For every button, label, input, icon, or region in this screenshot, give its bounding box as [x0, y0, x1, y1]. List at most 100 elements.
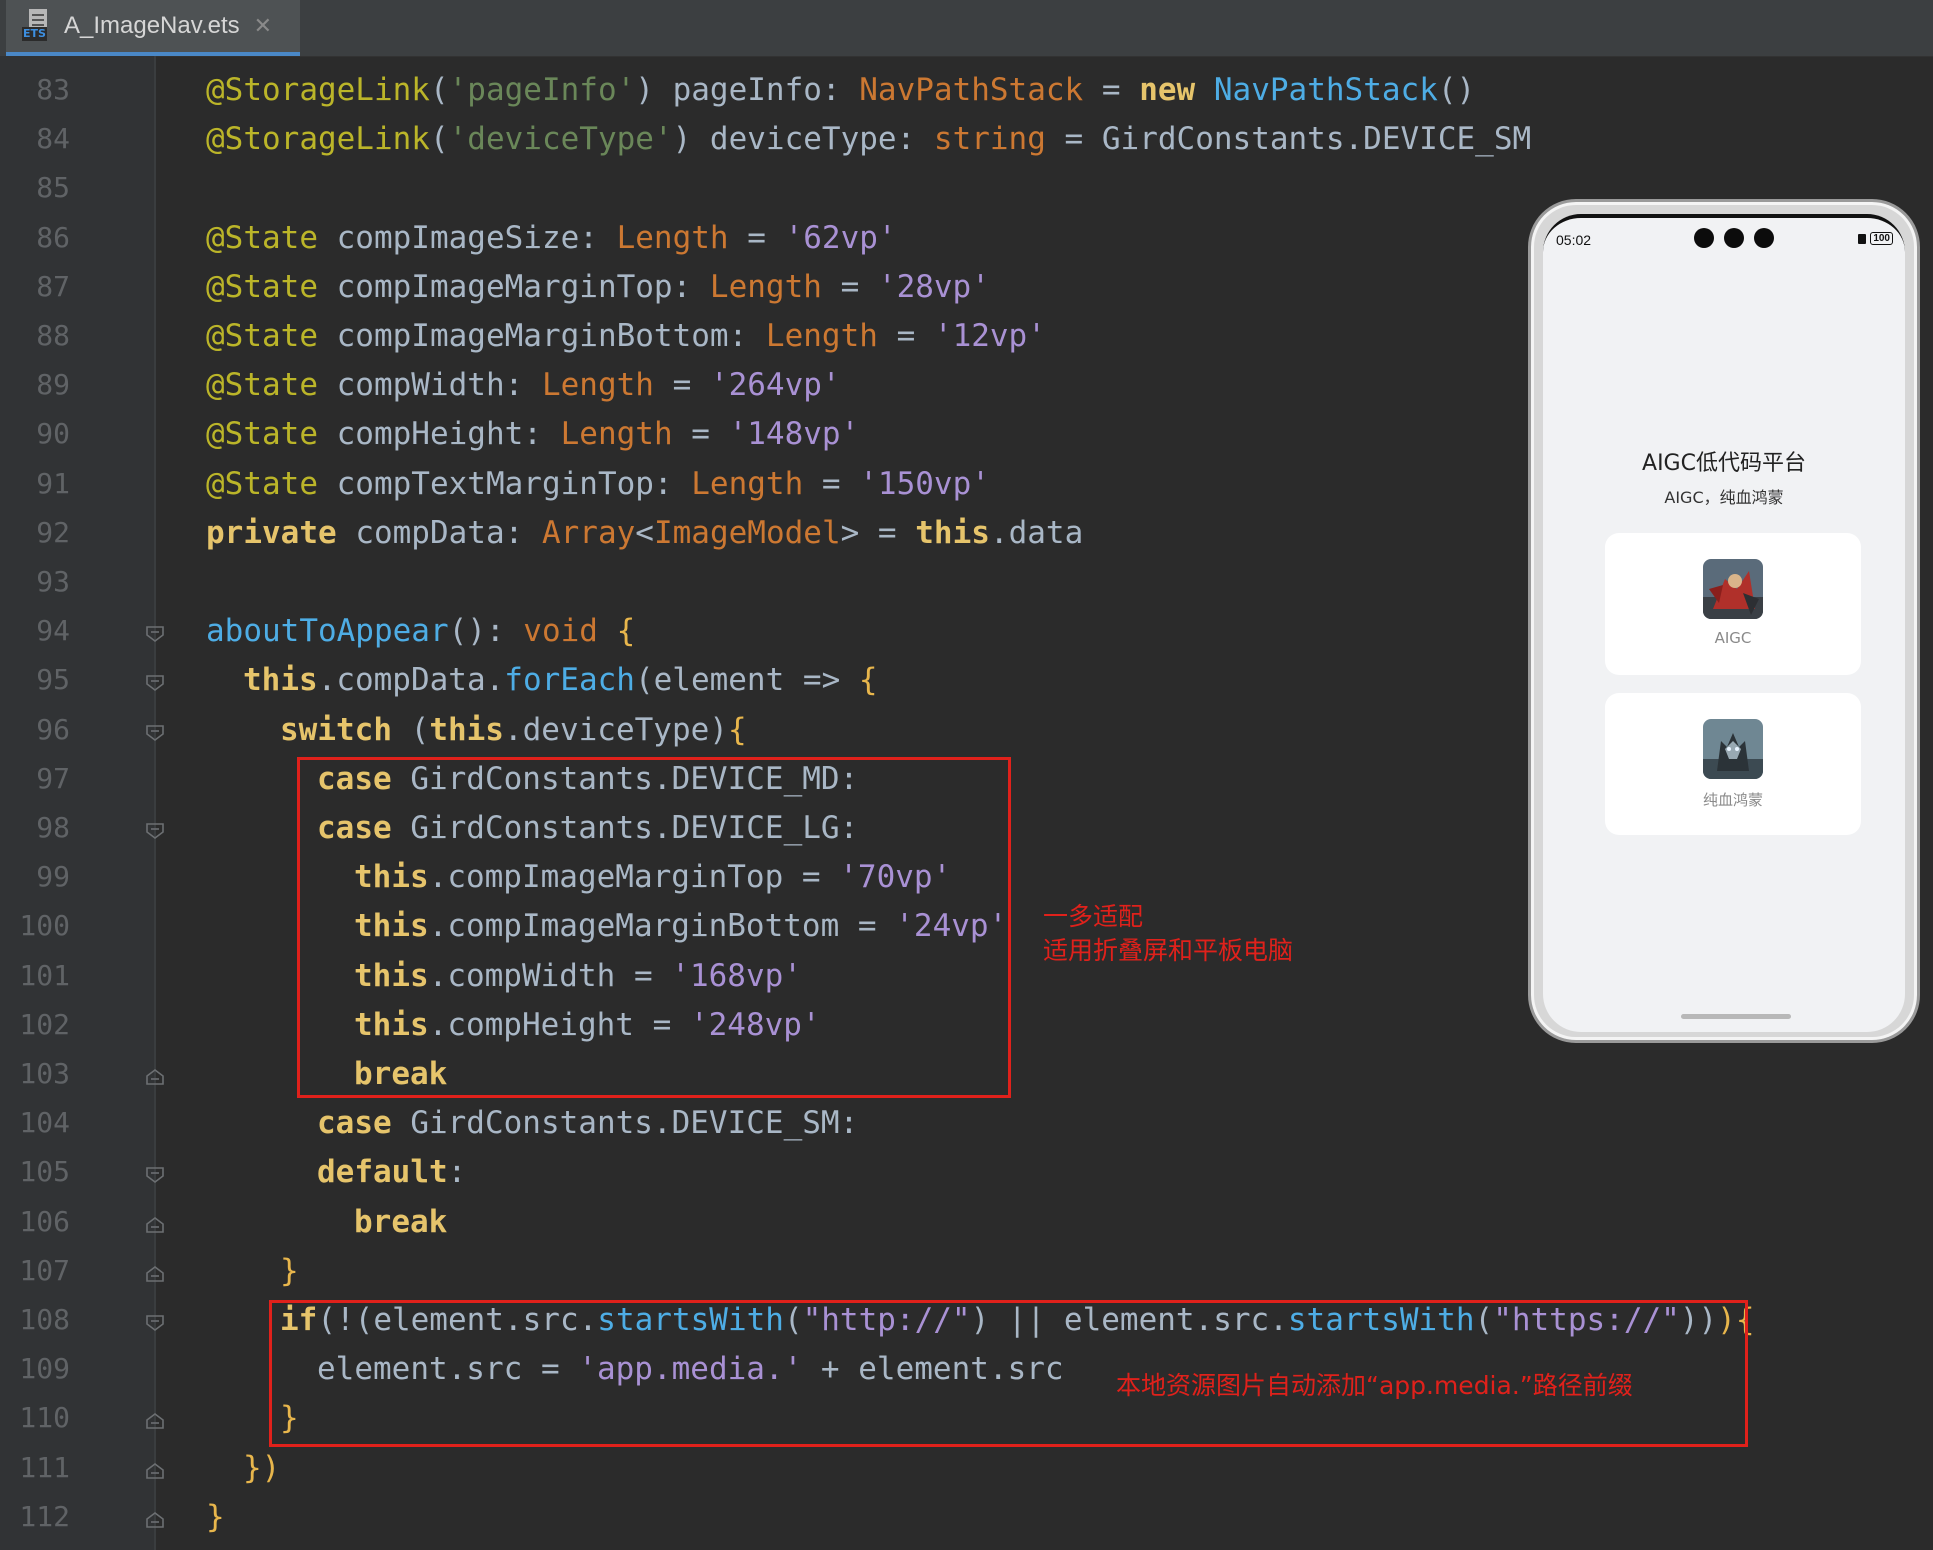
- line-number[interactable]: 84: [10, 117, 70, 161]
- code-token: '28vp': [877, 268, 990, 305]
- code-line[interactable]: 104 case GirdConstants.DEVICE_SM:: [0, 1101, 1933, 1150]
- line-number[interactable]: 85: [10, 166, 70, 210]
- line-number[interactable]: 103: [10, 1052, 70, 1096]
- file-tab[interactable]: ETS A_ImageNav.ets ✕: [6, 0, 300, 56]
- file-tab-label: A_ImageNav.ets: [64, 12, 240, 39]
- line-number[interactable]: 100: [10, 904, 70, 948]
- code-text: @State compWidth: Length = '264vp': [206, 363, 841, 407]
- home-indicator[interactable]: [1681, 1014, 1791, 1019]
- line-number[interactable]: 88: [10, 314, 70, 358]
- code-token: =: [1083, 72, 1140, 108]
- code-line[interactable]: 84 @StorageLink('deviceType') deviceType:…: [0, 117, 1933, 166]
- line-number[interactable]: 92: [10, 511, 70, 555]
- code-token: {: [616, 613, 636, 650]
- code-line[interactable]: 83 @StorageLink('pageInfo') pageInfo: Nav…: [0, 68, 1933, 117]
- line-number[interactable]: 93: [10, 560, 70, 604]
- code-token: .deviceType): [503, 711, 728, 748]
- code-text: switch (this.deviceType){: [280, 708, 747, 752]
- fold-end-icon[interactable]: [145, 1412, 165, 1430]
- fold-collapse-icon[interactable]: [145, 1166, 165, 1184]
- fold-end-icon[interactable]: [145, 1511, 165, 1529]
- fold-collapse-icon[interactable]: [145, 625, 165, 643]
- code-text: @State compHeight: Length = '148vp': [206, 412, 859, 456]
- code-token: = GirdConstants.DEVICE_SM: [1045, 121, 1532, 158]
- code-token: '264vp': [709, 367, 841, 404]
- line-number[interactable]: 95: [10, 658, 70, 702]
- line-number[interactable]: 105: [10, 1150, 70, 1194]
- fold-collapse-icon[interactable]: [145, 724, 165, 742]
- code-token: GirdConstants.DEVICE_SM:: [391, 1105, 859, 1142]
- code-token: @StorageLink: [206, 121, 430, 158]
- fold-collapse-icon[interactable]: [145, 1314, 165, 1332]
- code-token: .compData.: [317, 662, 505, 699]
- ets-file-icon: ETS: [22, 9, 52, 43]
- code-token: '148vp': [728, 416, 860, 453]
- code-token: '62vp': [784, 219, 897, 256]
- line-number[interactable]: 97: [10, 757, 70, 801]
- line-number[interactable]: 94: [10, 609, 70, 653]
- code-line[interactable]: 105 default:: [0, 1150, 1933, 1199]
- code-token: compData:: [336, 514, 542, 551]
- code-token: Array: [541, 514, 636, 551]
- line-number[interactable]: 108: [10, 1298, 70, 1342]
- warrior-artwork-thumbnail-icon: [1703, 559, 1763, 619]
- line-number[interactable]: 87: [10, 265, 70, 309]
- code-token: > =: [840, 514, 916, 551]
- line-number[interactable]: 89: [10, 363, 70, 407]
- code-token: (: [391, 711, 430, 748]
- line-number[interactable]: 104: [10, 1101, 70, 1145]
- status-time: 05:02: [1556, 232, 1592, 248]
- line-number[interactable]: 111: [10, 1446, 70, 1490]
- code-line[interactable]: 107}: [0, 1249, 1933, 1298]
- code-token: ) pageInfo:: [635, 72, 860, 108]
- code-token: new: [1139, 72, 1196, 108]
- code-token: }: [206, 1498, 225, 1535]
- line-number[interactable]: 86: [10, 216, 70, 260]
- line-number[interactable]: 109: [10, 1347, 70, 1391]
- fold-end-icon[interactable]: [145, 1068, 165, 1086]
- line-number[interactable]: 99: [10, 855, 70, 899]
- fold-end-icon[interactable]: [145, 1216, 165, 1234]
- annotation-adaptive-title: 一多适配: [1043, 902, 1144, 931]
- code-token: Length: [616, 219, 729, 256]
- fold-end-icon[interactable]: [145, 1462, 165, 1480]
- code-text: }: [280, 1249, 299, 1293]
- code-token: compTextMarginTop:: [317, 465, 692, 502]
- code-token: (: [429, 121, 449, 158]
- fold-collapse-icon[interactable]: [145, 822, 165, 840]
- code-token: default: [317, 1154, 448, 1191]
- line-number[interactable]: 83: [10, 68, 70, 112]
- line-number[interactable]: 96: [10, 708, 70, 752]
- code-token: private: [206, 514, 337, 551]
- code-token: Length: [560, 416, 673, 453]
- fold-collapse-icon[interactable]: [145, 674, 165, 692]
- code-token: Length: [709, 268, 822, 305]
- line-number[interactable]: 106: [10, 1200, 70, 1244]
- line-number[interactable]: 102: [10, 1003, 70, 1047]
- nav-card-harmony[interactable]: 纯血鸿蒙: [1605, 693, 1861, 835]
- fold-end-icon[interactable]: [145, 1265, 165, 1283]
- code-token: @State: [206, 219, 318, 256]
- code-line[interactable]: 106 break: [0, 1200, 1933, 1249]
- line-number[interactable]: 101: [10, 954, 70, 998]
- line-number[interactable]: 110: [10, 1396, 70, 1440]
- nav-card-aigc[interactable]: AIGC: [1605, 533, 1861, 675]
- code-text: case GirdConstants.DEVICE_SM:: [317, 1101, 858, 1145]
- line-number[interactable]: 91: [10, 462, 70, 506]
- close-tab-icon[interactable]: ✕: [254, 14, 272, 39]
- code-line[interactable]: 112}: [0, 1495, 1933, 1544]
- code-token: {: [727, 711, 747, 748]
- ets-badge: ETS: [22, 27, 47, 41]
- line-number[interactable]: 112: [10, 1495, 70, 1539]
- line-number[interactable]: 107: [10, 1249, 70, 1293]
- code-token: ImageModel: [653, 514, 841, 551]
- code-token: =: [877, 318, 934, 354]
- line-number[interactable]: 90: [10, 412, 70, 456]
- code-line[interactable]: 111}): [0, 1446, 1933, 1495]
- code-token: =: [653, 367, 710, 404]
- editor-tab-bar: ETS A_ImageNav.ets ✕: [0, 0, 1933, 57]
- code-token: @State: [206, 318, 318, 354]
- line-number[interactable]: 98: [10, 806, 70, 850]
- code-token: NavPathStack: [1213, 72, 1438, 108]
